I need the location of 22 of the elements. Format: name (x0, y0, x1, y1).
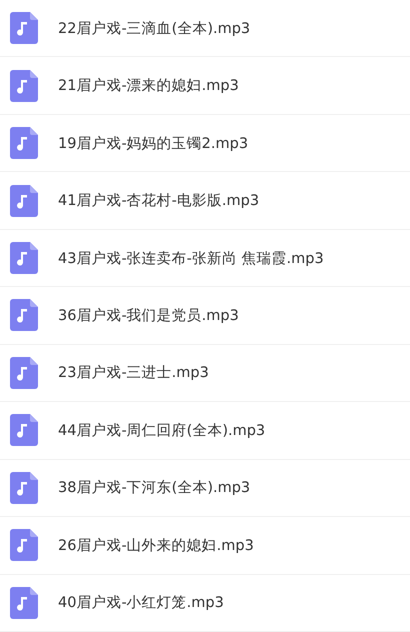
music-file-icon (10, 529, 38, 562)
file-name[interactable]: 22眉户戏-三滴血(全本).mp3 (58, 18, 250, 38)
music-file-icon (10, 70, 38, 102)
file-name[interactable]: 43眉户戏-张连卖布-张新尚 焦瑞霞.mp3 (58, 248, 324, 268)
file-name[interactable]: 36眉户戏-我们是党员.mp3 (58, 306, 239, 325)
music-file-icon (10, 127, 38, 160)
music-file-icon (10, 586, 38, 619)
file-name[interactable]: 44眉户戏-周仁回府(全本).mp3 (58, 420, 266, 440)
file-name[interactable]: 19眉户戏-妈妈的玉镯2.mp3 (58, 134, 248, 153)
music-file-icon (10, 356, 38, 389)
file-name[interactable]: 21眉户戏-漂来的媳妇.mp3 (58, 76, 239, 96)
file-name[interactable]: 23眉户戏-三进士.mp3 (58, 363, 209, 382)
file-name[interactable]: 26眉户戏-山外来的媳妇.mp3 (58, 536, 254, 555)
file-name[interactable]: 40眉户戏-小红灯笼.mp3 (58, 593, 224, 612)
file-name[interactable]: 41眉户戏-杏花村-电影版.mp3 (58, 191, 260, 210)
music-file-icon (10, 12, 38, 44)
music-file-icon (10, 299, 38, 332)
music-file-icon (10, 184, 38, 217)
music-file-icon (10, 242, 38, 274)
music-file-icon (10, 472, 38, 504)
music-file-icon (10, 414, 38, 446)
file-name[interactable]: 38眉户戏-下河东(全本).mp3 (58, 478, 250, 498)
